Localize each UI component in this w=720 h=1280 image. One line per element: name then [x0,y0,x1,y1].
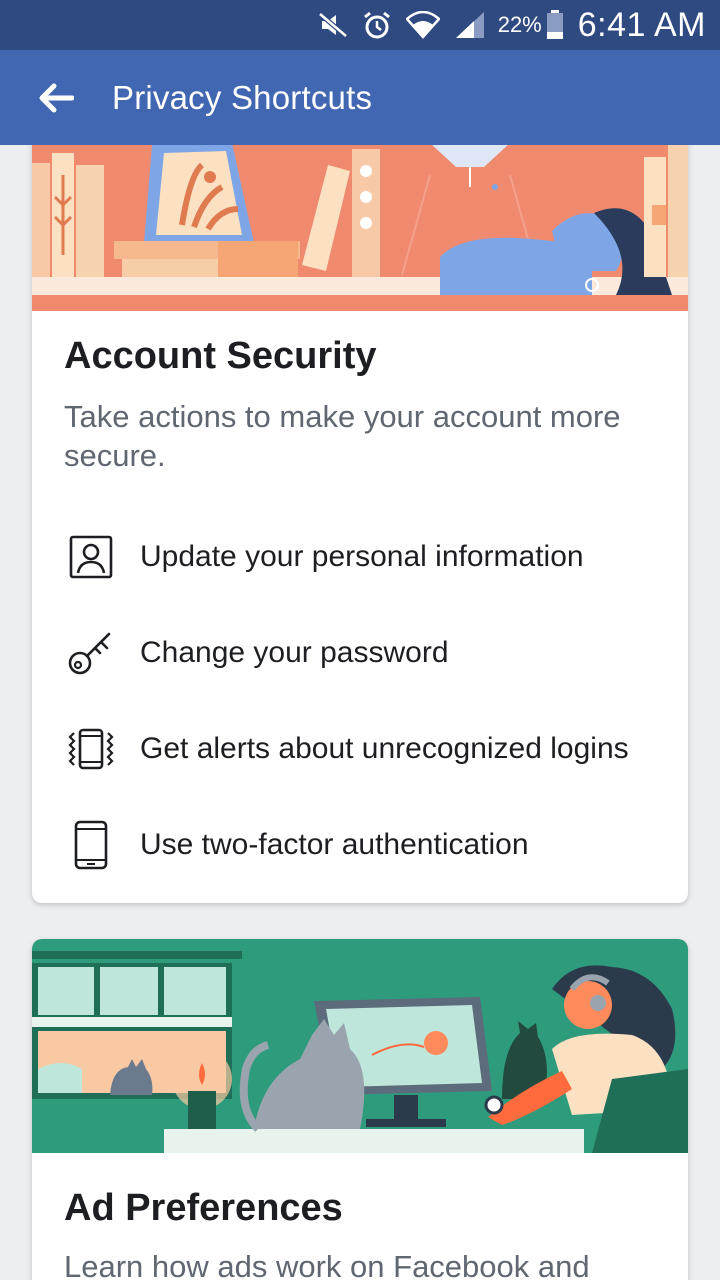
ad-preferences-description: Learn how ads work on Facebook and [64,1249,590,1280]
alarm-icon [362,10,392,40]
account-security-description: Take actions to make your account more s… [64,399,621,473]
phone-icon [32,820,140,870]
ad-preferences-title: Ad Preferences [64,1187,343,1229]
account-security-card: Account Security Take actions to make yo… [32,145,688,903]
page-title: Privacy Shortcuts [112,78,373,116]
back-button[interactable] [0,50,112,145]
account-security-title: Account Security [64,335,377,377]
key-icon [32,630,140,676]
mute-icon [318,12,348,38]
vibrating-phone-icon [32,727,140,771]
update-personal-info-item[interactable]: Update your personal information [32,517,688,597]
ad-preferences-illustration [32,939,688,1153]
change-password-label: Change your password [140,636,449,669]
wifi-icon [405,11,440,39]
login-alerts-item[interactable]: Get alerts about unrecognized logins [32,709,688,789]
back-arrow-icon [39,83,74,112]
app-bar: Privacy Shortcuts [0,50,720,145]
signal-icon [454,10,486,40]
two-factor-label: Use two-factor authentication [140,828,529,861]
scroll-content[interactable]: Account Security Take actions to make yo… [0,145,720,1280]
clock-time: 6:41 AM [577,5,706,44]
battery-icon [546,10,564,40]
person-icon [32,535,140,579]
battery-percent: 22% [497,12,542,37]
change-password-item[interactable]: Change your password [32,613,688,693]
two-factor-item[interactable]: Use two-factor authentication [32,805,688,885]
ad-preferences-card[interactable]: Ad Preferences Learn how ads work on Fac… [32,939,688,1280]
status-bar: 22% 6:41 AM [0,0,720,50]
update-personal-info-label: Update your personal information [140,540,584,573]
account-security-illustration [32,145,688,311]
login-alerts-label: Get alerts about unrecognized logins [140,732,629,765]
